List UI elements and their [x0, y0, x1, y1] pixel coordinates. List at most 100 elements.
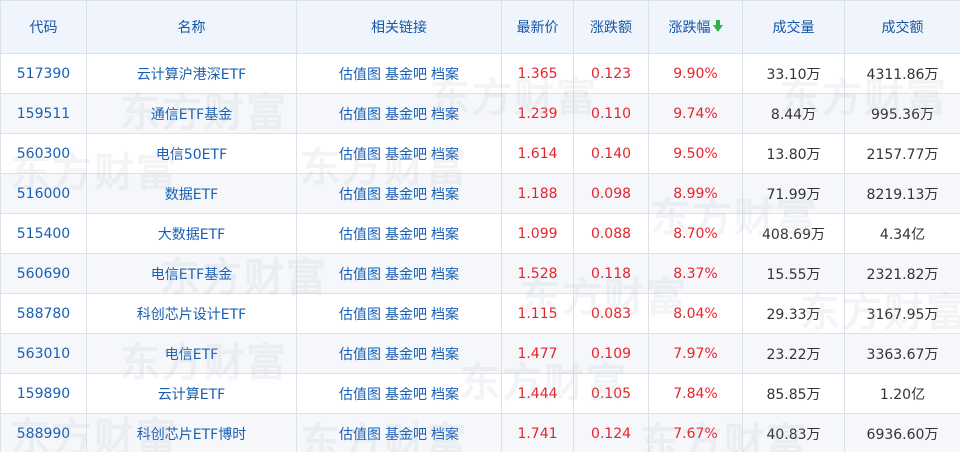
valuation-chart-link[interactable]: 估值图 — [339, 307, 381, 323]
table-row[interactable]: 516000 数据ETF 估值图 基金吧 档案 1.188 0.098 8.99% 71.99万… — [0, 173, 960, 214]
fund-forum-link[interactable]: 基金吧 — [385, 107, 427, 123]
percent-change: 8.37% — [648, 253, 743, 294]
fund-name-link[interactable]: 电信ETF基金 — [86, 253, 297, 294]
price-change: 0.105 — [573, 373, 649, 414]
fund-profile-link[interactable]: 档案 — [431, 347, 459, 363]
trade-volume: 33.10万 — [742, 53, 845, 94]
fund-code-link[interactable]: 516000 — [0, 173, 87, 214]
related-links: 估值图 基金吧 档案 — [296, 253, 502, 294]
table-row[interactable]: 563010 电信ETF 估值图 基金吧 档案 1.477 0.109 7.97% 23.22万… — [0, 333, 960, 374]
table-row[interactable]: 515400 大数据ETF 估值图 基金吧 档案 1.099 0.088 8.70% 408.6… — [0, 213, 960, 254]
valuation-chart-link[interactable]: 估值图 — [339, 267, 381, 283]
price-change: 0.118 — [573, 253, 649, 294]
percent-change: 9.74% — [648, 93, 743, 134]
fund-code-link[interactable]: 563010 — [0, 333, 87, 374]
table-row[interactable]: 588990 科创芯片ETF博时 估值图 基金吧 档案 1.741 0.124 7.67% 40… — [0, 413, 960, 452]
trade-volume: 23.22万 — [742, 333, 845, 374]
fund-profile-link[interactable]: 档案 — [431, 427, 459, 443]
fund-forum-link[interactable]: 基金吧 — [385, 227, 427, 243]
percent-change: 7.84% — [648, 373, 743, 414]
related-links: 估值图 基金吧 档案 — [296, 373, 502, 414]
price-change: 0.088 — [573, 213, 649, 254]
latest-price: 1.477 — [501, 333, 574, 374]
fund-forum-link[interactable]: 基金吧 — [385, 347, 427, 363]
valuation-chart-link[interactable]: 估值图 — [339, 427, 381, 443]
table-row[interactable]: 588780 科创芯片设计ETF 估值图 基金吧 档案 1.115 0.083 8.04% 29… — [0, 293, 960, 334]
fund-forum-link[interactable]: 基金吧 — [385, 387, 427, 403]
related-links: 估值图 基金吧 档案 — [296, 133, 502, 174]
trade-volume: 71.99万 — [742, 173, 845, 214]
fund-code-link[interactable]: 560300 — [0, 133, 87, 174]
valuation-chart-link[interactable]: 估值图 — [339, 347, 381, 363]
header-pct[interactable]: 涨跌幅 — [648, 0, 743, 54]
fund-code-link[interactable]: 159890 — [0, 373, 87, 414]
fund-name-link[interactable]: 云计算ETF — [86, 373, 297, 414]
valuation-chart-link[interactable]: 估值图 — [339, 147, 381, 163]
related-links: 估值图 基金吧 档案 — [296, 213, 502, 254]
percent-change: 8.04% — [648, 293, 743, 334]
fund-code-link[interactable]: 159511 — [0, 93, 87, 134]
fund-code-link[interactable]: 515400 — [0, 213, 87, 254]
trade-amount: 1.20亿 — [844, 373, 960, 414]
fund-name-link[interactable]: 电信ETF — [86, 333, 297, 374]
valuation-chart-link[interactable]: 估值图 — [339, 227, 381, 243]
latest-price: 1.444 — [501, 373, 574, 414]
fund-name-link[interactable]: 电信50ETF — [86, 133, 297, 174]
trade-amount: 3363.67万 — [844, 333, 960, 374]
trade-amount: 2321.82万 — [844, 253, 960, 294]
latest-price: 1.115 — [501, 293, 574, 334]
fund-profile-link[interactable]: 档案 — [431, 147, 459, 163]
fund-profile-link[interactable]: 档案 — [431, 227, 459, 243]
fund-name-link[interactable]: 科创芯片ETF博时 — [86, 413, 297, 452]
fund-code-link[interactable]: 560690 — [0, 253, 87, 294]
fund-name-link[interactable]: 云计算沪港深ETF — [86, 53, 297, 94]
fund-profile-link[interactable]: 档案 — [431, 67, 459, 83]
fund-forum-link[interactable]: 基金吧 — [385, 307, 427, 323]
related-links: 估值图 基金吧 档案 — [296, 173, 502, 214]
fund-name-link[interactable]: 通信ETF基金 — [86, 93, 297, 134]
header-name[interactable]: 名称 — [86, 0, 297, 54]
latest-price: 1.614 — [501, 133, 574, 174]
fund-profile-link[interactable]: 档案 — [431, 107, 459, 123]
percent-change: 9.50% — [648, 133, 743, 174]
fund-profile-link[interactable]: 档案 — [431, 307, 459, 323]
valuation-chart-link[interactable]: 估值图 — [339, 387, 381, 403]
fund-forum-link[interactable]: 基金吧 — [385, 187, 427, 203]
fund-forum-link[interactable]: 基金吧 — [385, 427, 427, 443]
fund-name-link[interactable]: 大数据ETF — [86, 213, 297, 254]
table-row[interactable]: 159890 云计算ETF 估值图 基金吧 档案 1.444 0.105 7.84% 85.85… — [0, 373, 960, 414]
valuation-chart-link[interactable]: 估值图 — [339, 67, 381, 83]
fund-profile-link[interactable]: 档案 — [431, 387, 459, 403]
header-code[interactable]: 代码 — [0, 0, 87, 54]
trade-amount: 4.34亿 — [844, 213, 960, 254]
table-row[interactable]: 159511 通信ETF基金 估值图 基金吧 档案 1.239 0.110 9.74% 8.44… — [0, 93, 960, 134]
header-amount[interactable]: 成交额 — [844, 0, 960, 54]
header-volume[interactable]: 成交量 — [742, 0, 845, 54]
header-links: 相关链接 — [296, 0, 502, 54]
valuation-chart-link[interactable]: 估值图 — [339, 107, 381, 123]
fund-forum-link[interactable]: 基金吧 — [385, 267, 427, 283]
table-row[interactable]: 517390 云计算沪港深ETF 估值图 基金吧 档案 1.365 0.123 9.90% 33… — [0, 53, 960, 94]
header-price[interactable]: 最新价 — [501, 0, 574, 54]
fund-forum-link[interactable]: 基金吧 — [385, 67, 427, 83]
fund-code-link[interactable]: 588990 — [0, 413, 87, 452]
trade-volume: 8.44万 — [742, 93, 845, 134]
fund-code-link[interactable]: 517390 — [0, 53, 87, 94]
valuation-chart-link[interactable]: 估值图 — [339, 187, 381, 203]
price-change: 0.110 — [573, 93, 649, 134]
related-links: 估值图 基金吧 档案 — [296, 53, 502, 94]
trade-volume: 40.83万 — [742, 413, 845, 452]
fund-name-link[interactable]: 数据ETF — [86, 173, 297, 214]
trade-amount: 6936.60万 — [844, 413, 960, 452]
fund-code-link[interactable]: 588780 — [0, 293, 87, 334]
table-row[interactable]: 560690 电信ETF基金 估值图 基金吧 档案 1.528 0.118 8.37% 15.5… — [0, 253, 960, 294]
fund-forum-link[interactable]: 基金吧 — [385, 147, 427, 163]
fund-profile-link[interactable]: 档案 — [431, 267, 459, 283]
fund-profile-link[interactable]: 档案 — [431, 187, 459, 203]
related-links: 估值图 基金吧 档案 — [296, 93, 502, 134]
fund-name-link[interactable]: 科创芯片设计ETF — [86, 293, 297, 334]
latest-price: 1.188 — [501, 173, 574, 214]
table-row[interactable]: 560300 电信50ETF 估值图 基金吧 档案 1.614 0.140 9.50% 13.8… — [0, 133, 960, 174]
header-change[interactable]: 涨跌额 — [573, 0, 649, 54]
trade-amount: 2157.77万 — [844, 133, 960, 174]
